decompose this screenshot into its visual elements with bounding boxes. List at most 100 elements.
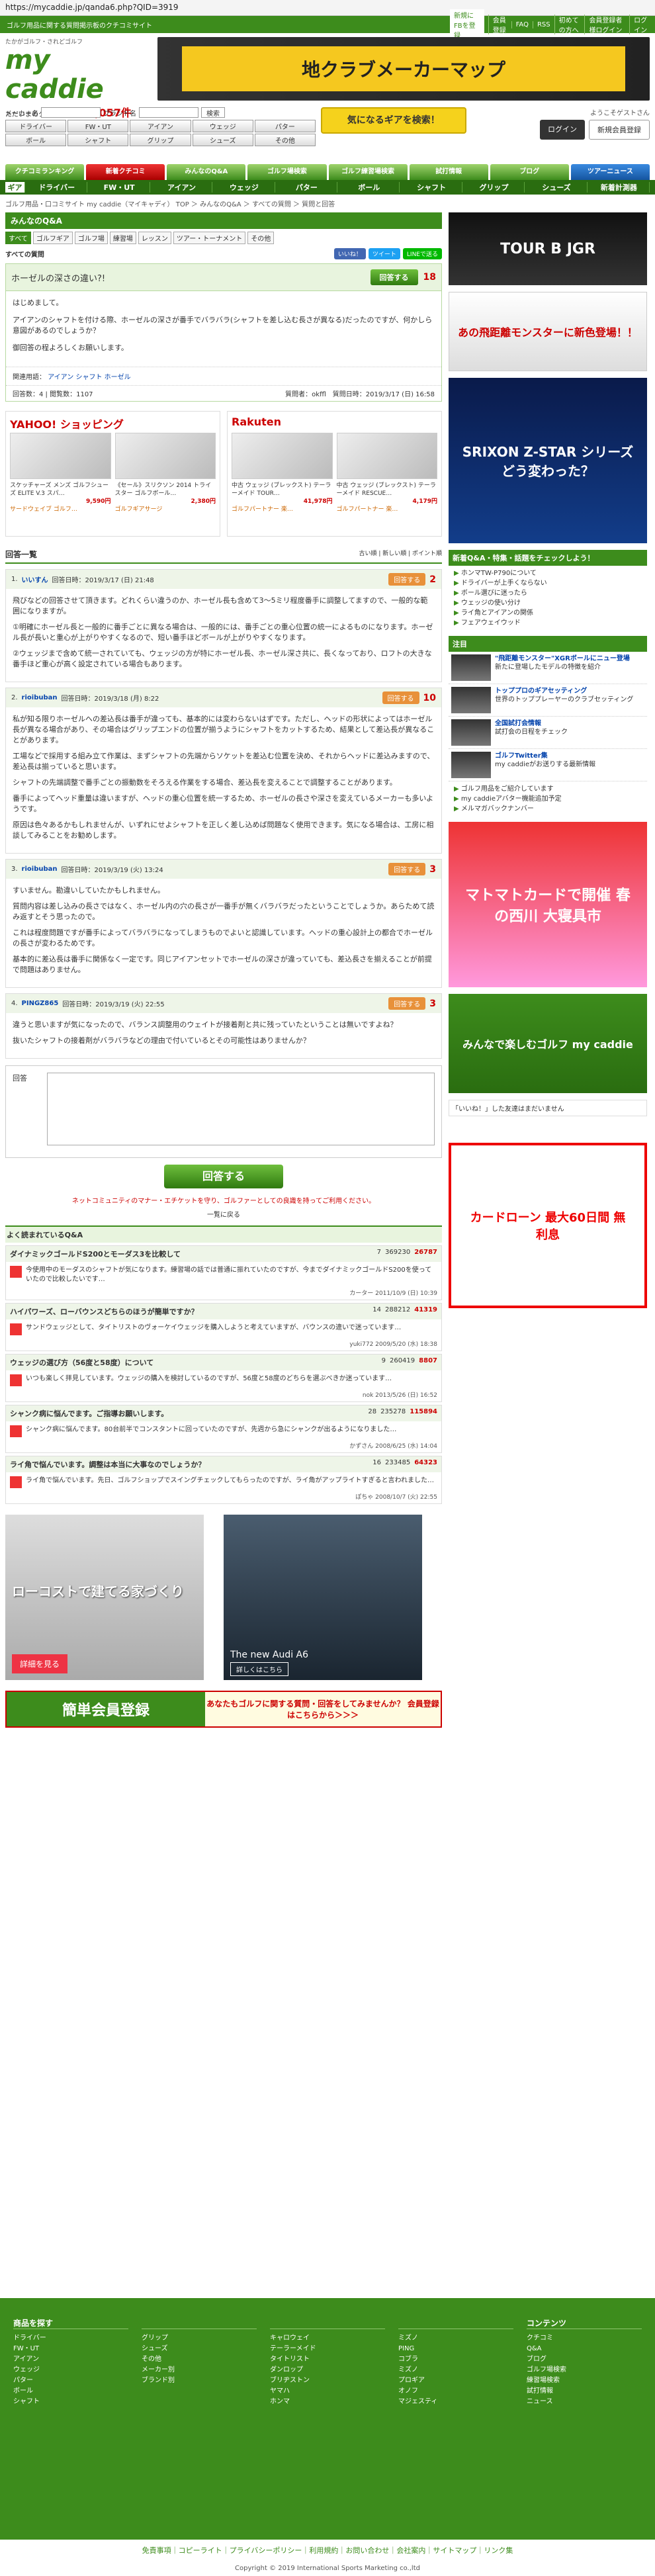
nav-qa[interactable]: みんなのQ&A bbox=[167, 164, 246, 180]
top-link-register[interactable]: 会員登録 bbox=[488, 15, 507, 34]
answer-button[interactable]: 回答する bbox=[370, 269, 418, 285]
popular-qa-item[interactable]: ライ角で悩んでいます。調整は本当に大事なのでしょうか？ 16 233485 64323… bbox=[5, 1456, 442, 1504]
footer-link[interactable]: オノフ bbox=[398, 2386, 513, 2397]
footer-link[interactable]: ミズノ bbox=[398, 2333, 513, 2344]
top-link-member[interactable]: 会員登録者様ログイン bbox=[584, 15, 625, 34]
header-banner[interactable]: 地クラブメーカーマップ bbox=[157, 37, 650, 101]
tab-all[interactable]: すべて bbox=[5, 232, 31, 244]
footer-link[interactable]: ホンマ bbox=[270, 2397, 385, 2407]
gear-search-button[interactable]: 気になるギアを検索！ bbox=[321, 107, 466, 134]
nav-blog[interactable]: ブログ bbox=[490, 164, 569, 180]
footer-link[interactable]: パター bbox=[13, 2376, 128, 2386]
footer-link[interactable]: グリップ bbox=[142, 2333, 257, 2344]
footer-link[interactable]: Q&A bbox=[527, 2344, 642, 2354]
footer-link[interactable]: ニュース bbox=[527, 2397, 642, 2407]
product-card[interactable]: 中古 ウェッジ (ブレックスト) テーラーメイド RESCUE… 4,179円 … bbox=[336, 433, 437, 513]
footer-link[interactable]: ドライバー bbox=[13, 2333, 128, 2344]
top-link-first[interactable]: 初めての方へ bbox=[554, 15, 581, 34]
footer-link[interactable]: 練習場検索 bbox=[527, 2376, 642, 2386]
gear-nav-fwut[interactable]: FW・UT bbox=[89, 182, 150, 193]
footer-link[interactable]: シューズ bbox=[142, 2344, 257, 2354]
top-link-rss[interactable]: RSS bbox=[532, 21, 550, 28]
news-link[interactable]: ウェッジの使い分け bbox=[454, 598, 642, 608]
audi-ad[interactable]: The new Audi A6 詳しくはこちら bbox=[224, 1515, 422, 1680]
footer-link[interactable]: ヤマハ bbox=[270, 2386, 385, 2397]
footer-link[interactable]: キャロウェイ bbox=[270, 2333, 385, 2344]
tab-gear[interactable]: ゴルフギア bbox=[32, 232, 73, 244]
popular-qa-item[interactable]: ダイナミックゴールドS200とモーダス3を比較して 7 369230 26787 今使… bbox=[5, 1245, 442, 1300]
tab-lesson[interactable]: レッスン bbox=[138, 232, 171, 244]
register-button[interactable]: 新規会員登録 bbox=[589, 120, 650, 140]
cat-iron[interactable]: アイアン bbox=[130, 120, 191, 132]
related-term[interactable]: シャフト bbox=[75, 374, 102, 381]
cat-driver[interactable]: ドライバー bbox=[5, 120, 67, 132]
notice-item[interactable]: 全国試打会情報 試打会の日程をチェック bbox=[449, 717, 647, 749]
footer-link[interactable]: コブラ bbox=[398, 2354, 513, 2365]
reply-textarea[interactable] bbox=[47, 1073, 435, 1145]
top-link-login[interactable]: ログイン bbox=[629, 15, 648, 34]
popular-qa-item[interactable]: ハイパワーズ、ローバウンスどちらのほうが簡単ですか？ 14 288212 41319 … bbox=[5, 1303, 442, 1351]
answer-user[interactable]: rioibuban bbox=[22, 866, 58, 873]
product-card[interactable]: スケッチャーズ メンズ ゴルフシューズ ELITE V.3 スパ… 9,590円… bbox=[10, 433, 111, 513]
nav-tour-news[interactable]: ツアーニュース bbox=[570, 164, 650, 180]
cat-grip[interactable]: グリップ bbox=[130, 134, 191, 146]
notice-item[interactable]: ゴルフTwitter集 my caddieがお送りする最新情報 bbox=[449, 749, 647, 781]
cat-fwut[interactable]: FW・UT bbox=[67, 120, 129, 132]
reply-button[interactable]: 回答する bbox=[388, 997, 426, 1010]
tab-course[interactable]: ゴルフ場 bbox=[74, 232, 108, 244]
sidebar-mycaddie-fb[interactable]: みんなで楽しむゴルフ my caddie bbox=[449, 994, 647, 1093]
sidebar-link[interactable]: my caddieアバター機能追加予定 bbox=[454, 794, 642, 804]
nav-range[interactable]: ゴルフ練習場検索 bbox=[328, 164, 408, 180]
reply-button[interactable]: 回答する bbox=[388, 863, 426, 875]
footer-link[interactable]: タイトリスト bbox=[270, 2354, 385, 2365]
sidebar-link[interactable]: ゴルフ用品をご紹介しています bbox=[454, 784, 642, 794]
gear-nav-grip[interactable]: グリップ bbox=[464, 182, 525, 193]
cat-wedge[interactable]: ウェッジ bbox=[192, 120, 253, 132]
register-banner[interactable]: 簡単会員登録 あなたもゴルフに関する質問・回答をしてみませんか？ 会員登録はこち… bbox=[5, 1691, 442, 1728]
footer-link[interactable]: ウェッジ bbox=[13, 2365, 128, 2376]
sidebar-ad-loan[interactable]: カードローン 最大60日間 無利息 bbox=[449, 1143, 647, 1308]
sidebar-ad-srixon[interactable]: SRIXON Z-STAR シリーズ どう変わった？ bbox=[449, 378, 647, 543]
footer-link[interactable]: ブランド別 bbox=[142, 2376, 257, 2386]
reply-button[interactable]: 回答する bbox=[388, 573, 426, 586]
footer-link[interactable]: プロギア bbox=[398, 2376, 513, 2386]
gear-nav-wedge[interactable]: ウェッジ bbox=[214, 182, 275, 193]
related-term[interactable]: アイアン bbox=[48, 374, 73, 381]
reply-button[interactable]: 回答する bbox=[382, 691, 419, 704]
news-link[interactable]: フェアウェイウッド bbox=[454, 618, 642, 628]
nav-trial[interactable]: 試打情報 bbox=[409, 164, 488, 180]
cat-shaft[interactable]: シャフト bbox=[67, 134, 129, 146]
gear-nav-putter[interactable]: パター bbox=[277, 182, 338, 193]
gear-nav-shaft[interactable]: シャフト bbox=[401, 182, 462, 193]
breadcrumb[interactable]: ゴルフ用品・口コミサイト my caddie（マイキャディ） TOP ＞ みんな… bbox=[0, 195, 655, 212]
footer-links[interactable]: 免責事項｜コピーライト｜プライバシーポリシー｜利用規約｜お問い合わせ｜会社案内｜… bbox=[0, 2540, 655, 2561]
tab-other[interactable]: その他 bbox=[247, 232, 275, 244]
cat-shoes[interactable]: シューズ bbox=[192, 134, 253, 146]
back-to-list-link[interactable]: 一覧に戻る bbox=[5, 1209, 442, 1219]
submit-answer-button[interactable]: 回答する bbox=[164, 1165, 283, 1188]
suumo-ad[interactable]: ローコストで建てる家づくり 詳細を見る bbox=[5, 1515, 204, 1680]
nav-course[interactable]: ゴルフ場検索 bbox=[247, 164, 327, 180]
gear-nav-ball[interactable]: ボール bbox=[339, 182, 400, 193]
popular-qa-item[interactable]: シャンク病に悩んでます。ご指導お願いします。 28 235278 115894 シャン… bbox=[5, 1405, 442, 1453]
answer-user[interactable]: PINGZ865 bbox=[22, 1000, 59, 1007]
footer-link[interactable]: ブログ bbox=[527, 2354, 642, 2365]
gear-nav-measure[interactable]: 新着計測器 bbox=[589, 182, 650, 193]
tweet-button[interactable]: ツイート bbox=[368, 248, 400, 259]
footer-link[interactable]: メーカー別 bbox=[142, 2365, 257, 2376]
maker-select[interactable] bbox=[41, 107, 101, 118]
cat-other[interactable]: その他 bbox=[254, 134, 316, 146]
footer-link[interactable]: テーラーメイド bbox=[270, 2344, 385, 2354]
notice-item[interactable]: "飛距離モンスター"XGRボールにニュー登場 新たに登場したモデルの特徴を紹介 bbox=[449, 652, 647, 684]
cat-putter[interactable]: パター bbox=[254, 120, 316, 132]
brand-select[interactable] bbox=[139, 107, 198, 118]
footer-link[interactable]: その他 bbox=[142, 2354, 257, 2365]
footer-link[interactable]: ブリヂストン bbox=[270, 2376, 385, 2386]
fb-like-button[interactable]: いいね！ bbox=[333, 248, 366, 259]
news-link[interactable]: ライ角とアイアンの関係 bbox=[454, 608, 642, 618]
tab-range[interactable]: 練習場 bbox=[109, 232, 136, 244]
sidebar-ad-nishikawa[interactable]: マトマトカードで開催 春の西川 大寝具市 bbox=[449, 822, 647, 987]
sidebar-link[interactable]: メルマガバックナンバー bbox=[454, 804, 642, 814]
notice-item[interactable]: トッププロのギアセッティング 世界のトッププレーヤーのクラブセッティング bbox=[449, 684, 647, 717]
answer-user[interactable]: rioibuban bbox=[22, 694, 58, 701]
